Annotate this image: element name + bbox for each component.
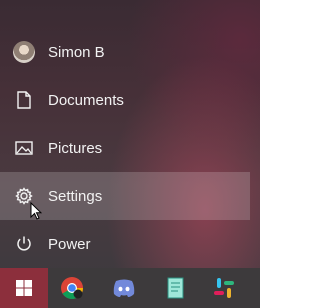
- slack-icon: [214, 278, 234, 298]
- pictures-label: Pictures: [48, 139, 103, 157]
- discord-icon: [113, 279, 135, 297]
- account-item[interactable]: Simon B: [0, 28, 250, 76]
- pictures-item[interactable]: Pictures: [0, 124, 250, 172]
- windows-logo-icon: [16, 280, 32, 296]
- power-label: Power: [48, 235, 91, 253]
- pictures-icon: [0, 124, 48, 172]
- start-menu-left-rail: Simon B Documents Pictures Settings Powe…: [0, 0, 260, 268]
- start-button[interactable]: [0, 268, 48, 308]
- avatar: [0, 28, 48, 76]
- account-label: Simon B: [48, 43, 105, 61]
- start-menu-screen: Simon B Documents Pictures Settings Powe…: [0, 0, 260, 308]
- notepad-icon: [167, 277, 184, 299]
- notes-taskbar-button[interactable]: [152, 268, 200, 308]
- mouse-cursor-icon: [30, 202, 42, 220]
- chrome-taskbar-button[interactable]: [48, 268, 96, 308]
- power-item[interactable]: Power: [0, 220, 250, 268]
- power-icon: [0, 220, 48, 268]
- taskbar: [0, 268, 260, 308]
- document-icon: [0, 76, 48, 124]
- discord-taskbar-button[interactable]: [100, 268, 148, 308]
- settings-label: Settings: [48, 187, 103, 205]
- chrome-icon: [61, 277, 83, 299]
- documents-label: Documents: [48, 91, 124, 109]
- documents-item[interactable]: Documents: [0, 76, 250, 124]
- slack-taskbar-button[interactable]: [200, 268, 248, 308]
